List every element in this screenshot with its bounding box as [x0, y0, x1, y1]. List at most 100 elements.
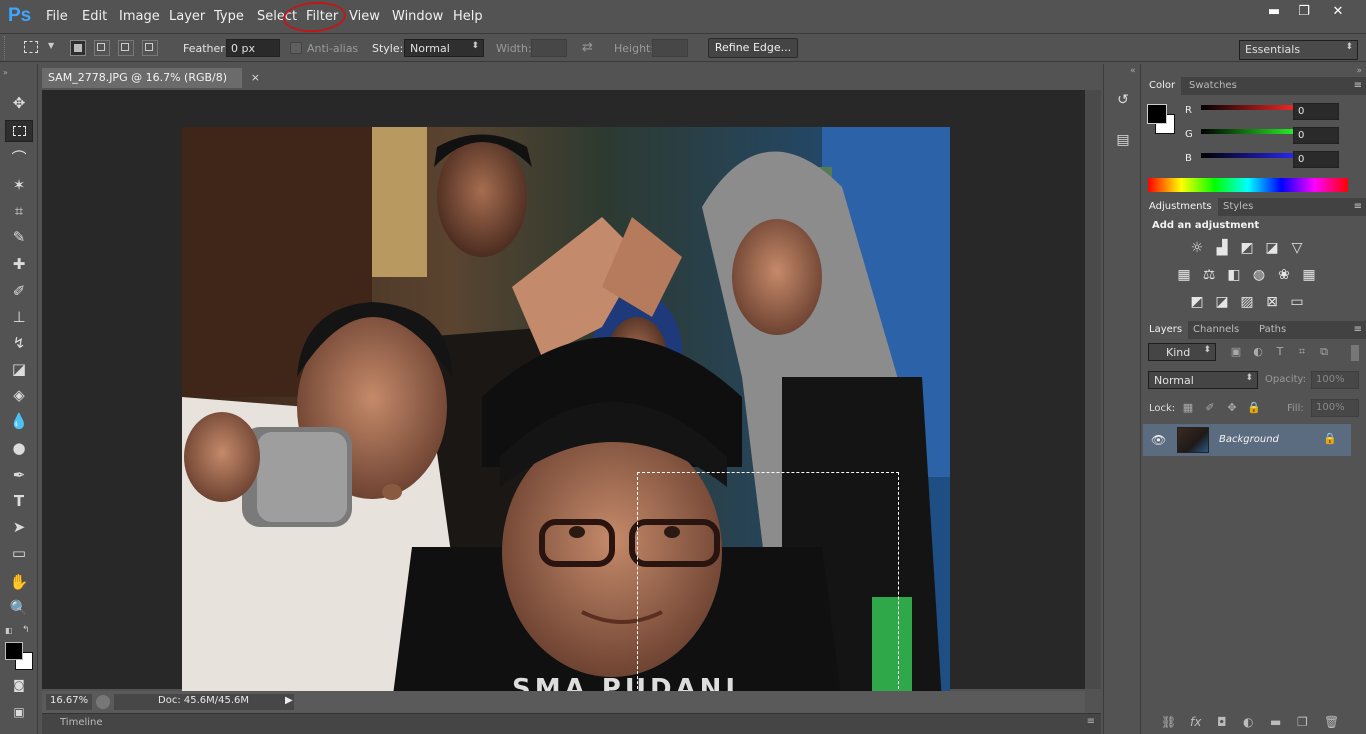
panel-menu-icon[interactable]: ≡ [1087, 716, 1095, 727]
menu-edit[interactable]: Edit [82, 9, 107, 24]
menu-layer[interactable]: Layer [169, 9, 205, 24]
eraser-tool-icon[interactable]: ◪ [5, 358, 33, 380]
color-fg-swatch[interactable] [1147, 104, 1167, 124]
tool-preset-picker[interactable]: ▼ [20, 39, 60, 59]
default-colors-icon[interactable]: ◧ [5, 626, 13, 635]
add-mask-icon[interactable]: ◘ [1217, 715, 1227, 729]
restore-button[interactable]: ❐ [1289, 3, 1319, 21]
screen-mode-icon[interactable]: ▣ [5, 701, 33, 723]
color-lookup-icon[interactable]: ▦ [1298, 266, 1320, 284]
black-white-icon[interactable]: ◧ [1223, 266, 1245, 284]
color-spectrum-ramp[interactable] [1148, 178, 1348, 192]
lock-transparent-icon[interactable]: ▦ [1177, 399, 1199, 417]
channel-mixer-icon[interactable]: ❀ [1273, 266, 1295, 284]
vibrance-icon[interactable]: ▽ [1286, 239, 1308, 257]
lock-position-icon[interactable]: ✥ [1221, 399, 1243, 417]
zoom-tool-icon[interactable]: 🔍 [5, 597, 33, 619]
hue-saturation-icon[interactable]: ▦ [1173, 266, 1195, 284]
healing-brush-tool-icon[interactable]: ✚ [5, 253, 33, 275]
tab-color[interactable]: Color [1143, 77, 1182, 95]
menu-type[interactable]: Type [214, 9, 244, 24]
slider-r[interactable] [1201, 105, 1301, 110]
threshold-icon[interactable]: ▨ [1236, 293, 1258, 311]
collapse-dock-icon[interactable]: » [1356, 66, 1362, 76]
invert-icon[interactable]: ◩ [1186, 293, 1208, 311]
height-input[interactable] [652, 39, 688, 57]
lock-image-icon[interactable]: ✐ [1199, 399, 1221, 417]
filter-pixel-icon[interactable]: ▣ [1225, 343, 1247, 361]
layer-filter-select[interactable]: Kind ⬍ [1148, 343, 1216, 361]
rectangle-tool-icon[interactable]: ▭ [5, 542, 33, 564]
vertical-scrollbar[interactable] [1085, 90, 1101, 689]
brightness-icon[interactable]: ☼ [1186, 239, 1208, 257]
value-g[interactable]: 0 [1293, 127, 1339, 144]
workspace-select[interactable]: Essentials ⬍ [1239, 40, 1358, 60]
swap-icon[interactable]: ⇄ [582, 40, 593, 55]
layer-style-icon[interactable]: fx [1190, 715, 1201, 729]
history-panel-icon[interactable]: ↺ [1114, 92, 1132, 110]
swap-colors-icon[interactable]: ↰ [22, 625, 30, 635]
fill-input[interactable]: 100% [1311, 399, 1359, 417]
magic-wand-tool-icon[interactable]: ✶ [5, 174, 33, 196]
close-tab-icon[interactable]: × [251, 71, 260, 84]
refine-edge-button[interactable]: Refine Edge... [708, 38, 798, 58]
link-layers-icon[interactable]: ⛓ [1161, 715, 1176, 729]
posterize-icon[interactable]: ◪ [1211, 293, 1233, 311]
status-menu-arrow-icon[interactable]: ▶ [285, 695, 293, 706]
lock-all-icon[interactable]: 🔒 [1243, 399, 1265, 417]
blur-tool-icon[interactable]: 💧 [5, 410, 33, 432]
timeline-label[interactable]: Timeline [60, 717, 103, 728]
panel-menu-icon[interactable]: ≡ [1354, 201, 1362, 212]
move-tool-icon[interactable]: ✥ [5, 92, 33, 114]
collapse-arrows-icon[interactable]: » [3, 68, 8, 77]
blend-mode-select[interactable]: Normal ⬍ [1148, 371, 1258, 389]
slider-g[interactable] [1201, 129, 1301, 134]
brush-tool-icon[interactable]: ✐ [5, 280, 33, 302]
history-brush-tool-icon[interactable]: ↯ [5, 332, 33, 354]
marquee-tool-icon[interactable] [5, 120, 33, 142]
slider-b[interactable] [1201, 153, 1301, 158]
menu-view[interactable]: View [349, 9, 380, 24]
eyedropper-tool-icon[interactable]: ✎ [5, 226, 33, 248]
layer-row-background[interactable]: 👁 Background 🔒 [1143, 424, 1351, 456]
menu-help[interactable]: Help [453, 9, 483, 24]
intersect-selection-button[interactable] [142, 40, 158, 56]
width-input[interactable] [531, 39, 567, 57]
value-r[interactable]: 0 [1293, 103, 1339, 120]
filter-type-icon[interactable]: T [1269, 343, 1291, 361]
close-button[interactable]: ✕ [1323, 3, 1353, 21]
tab-layers[interactable]: Layers [1143, 321, 1189, 339]
expand-dock-icon[interactable]: « [1130, 66, 1136, 76]
paint-bucket-tool-icon[interactable]: ◈ [5, 384, 33, 406]
tab-adjustments[interactable]: Adjustments [1143, 198, 1218, 216]
tab-swatches[interactable]: Swatches [1183, 77, 1243, 95]
pen-tool-icon[interactable]: ✒ [5, 464, 33, 486]
new-selection-button[interactable] [70, 40, 86, 56]
foreground-color-swatch[interactable] [5, 642, 23, 660]
lasso-tool-icon[interactable]: ⌒ [5, 147, 33, 169]
tab-paths[interactable]: Paths [1253, 321, 1292, 339]
color-balance-icon[interactable]: ⚖ [1198, 266, 1220, 284]
filter-shape-icon[interactable]: ⌗ [1291, 343, 1313, 361]
clone-stamp-tool-icon[interactable]: ⊥ [5, 306, 33, 328]
menu-image[interactable]: Image [119, 9, 160, 24]
selective-color-icon[interactable]: ⊠ [1261, 293, 1283, 311]
panel-menu-icon[interactable]: ≡ [1354, 80, 1362, 91]
status-info-icon[interactable] [96, 695, 110, 709]
filter-smart-object-icon[interactable]: ⧉ [1313, 343, 1335, 361]
new-layer-icon[interactable]: ❐ [1297, 715, 1308, 729]
exposure-icon[interactable]: ◪ [1261, 239, 1283, 257]
tab-styles[interactable]: Styles [1217, 198, 1259, 216]
antialias-checkbox[interactable] [290, 42, 302, 54]
photo-canvas[interactable]: SMA PUDANI [182, 127, 950, 703]
crop-tool-icon[interactable]: ⌗ [5, 200, 33, 222]
type-tool-icon[interactable]: T [5, 490, 33, 512]
quick-mask-icon[interactable]: ◙ [5, 674, 33, 696]
new-adjustment-layer-icon[interactable]: ◐ [1243, 715, 1253, 729]
menu-file[interactable]: File [46, 9, 68, 24]
feather-input[interactable]: 0 px [226, 39, 280, 57]
filter-toggle[interactable] [1351, 345, 1359, 361]
panel-menu-icon[interactable]: ≡ [1354, 324, 1362, 335]
path-selection-tool-icon[interactable]: ➤ [5, 516, 33, 538]
document-tab[interactable]: SAM_2778.JPG @ 16.7% (RGB/8) × [42, 68, 260, 88]
